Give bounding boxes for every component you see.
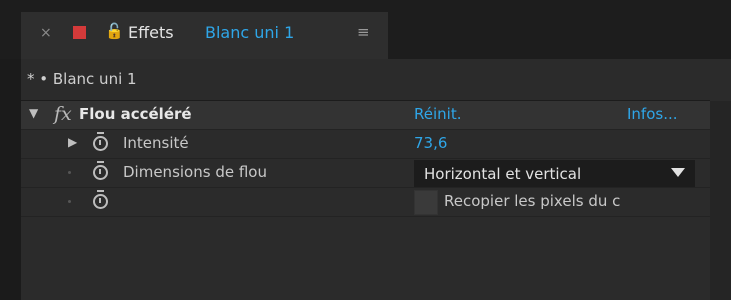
fx-icon[interactable]: fx [54, 103, 72, 125]
twirl-down-icon[interactable]: ▼ [29, 106, 38, 120]
dropdown-value: Horizontal et vertical [424, 165, 582, 183]
tab-title: Effets [128, 23, 174, 42]
twirl-right-icon[interactable]: ▶ [68, 135, 77, 149]
effect-header-row[interactable]: ▼ fx Flou accéléré Réinit. Infos... [21, 101, 710, 130]
stopwatch-icon[interactable] [93, 161, 108, 180]
panel-menu-icon[interactable]: ≡ [357, 23, 370, 41]
breadcrumb-text: * • Blanc uni 1 [27, 70, 137, 88]
effects-tab[interactable]: × 🔓 Effets Blanc uni 1 ≡ [21, 12, 388, 59]
tab-layer-name[interactable]: Blanc uni 1 [205, 23, 294, 42]
indent-dot [68, 171, 71, 174]
indent-dot [68, 200, 71, 203]
panel-tab-bar: × 🔓 Effets Blanc uni 1 ≡ [0, 0, 731, 59]
label-color-swatch[interactable] [73, 26, 86, 39]
param-label: Intensité [123, 134, 189, 152]
chevron-down-icon [671, 168, 685, 177]
effect-controls-panel: * • Blanc uni 1 ▼ fx Flou accéléré Réini… [21, 59, 731, 300]
repeat-edge-checkbox[interactable] [414, 190, 438, 215]
param-row-repeat-edge: Recopier les pixels du c [21, 188, 710, 217]
param-row-blur-dimensions: Dimensions de flou Horizontal et vertica… [21, 159, 710, 188]
param-row-intensity: ▶ Intensité 73,6 [21, 130, 710, 159]
stopwatch-icon[interactable] [93, 190, 108, 209]
param-label: Dimensions de flou [123, 163, 267, 181]
effect-name: Flou accéléré [79, 105, 192, 123]
panel-scroll-area[interactable] [710, 101, 731, 300]
reset-link[interactable]: Réinit. [414, 105, 461, 123]
close-icon[interactable]: × [40, 25, 52, 41]
intensity-value[interactable]: 73,6 [414, 134, 447, 152]
stopwatch-icon[interactable] [93, 132, 108, 151]
lock-icon[interactable]: 🔓 [105, 22, 124, 40]
blur-dimensions-dropdown[interactable]: Horizontal et vertical [414, 160, 695, 187]
checkbox-label: Recopier les pixels du c [444, 192, 621, 210]
breadcrumb: * • Blanc uni 1 [21, 59, 710, 101]
about-link[interactable]: Infos... [627, 105, 678, 123]
